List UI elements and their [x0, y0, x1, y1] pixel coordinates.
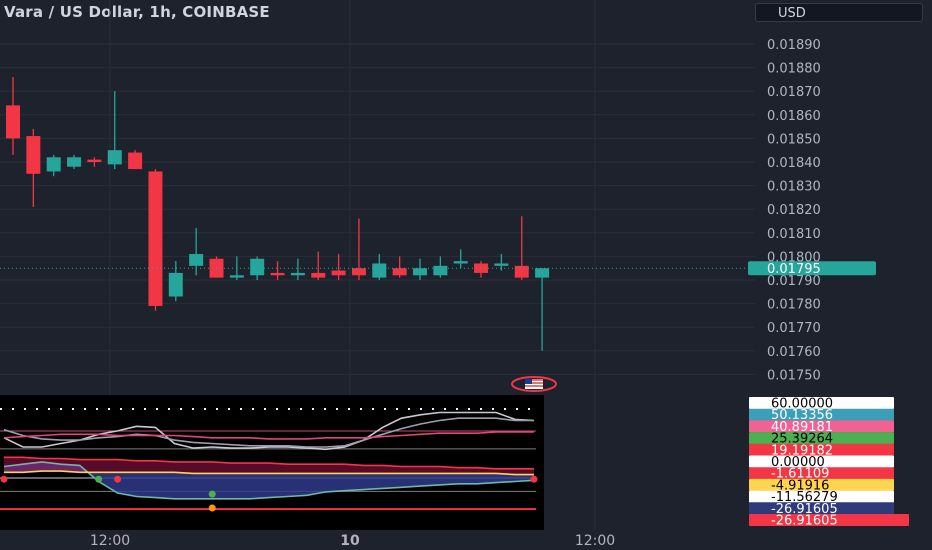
candle-body — [453, 261, 468, 264]
candle-body — [372, 263, 387, 278]
candle-body — [26, 136, 41, 174]
candle — [168, 261, 183, 302]
candle — [351, 218, 366, 280]
time-tick-label: 12:00 — [575, 533, 615, 549]
candle-body — [514, 265, 529, 278]
candle — [148, 169, 163, 311]
candle-body — [413, 268, 427, 276]
time-tick-label: 10 — [340, 533, 360, 549]
candle-body — [433, 265, 448, 276]
indicator-panel — [0, 395, 544, 530]
candle — [392, 256, 407, 278]
indicator-value-labels: 60.0000050.1335640.8918125.3926419.19182… — [749, 397, 909, 529]
candle-body — [229, 275, 244, 278]
candle-body — [250, 258, 265, 276]
price-tick-label: 0.01750 — [767, 368, 821, 383]
candle — [290, 258, 305, 280]
indicator-marker — [114, 475, 122, 483]
candle-body — [87, 159, 102, 162]
indicator-marker — [0, 475, 8, 483]
indicator-marker — [530, 475, 538, 483]
candle-body — [311, 272, 326, 278]
last-price-label: 0.01795 — [767, 262, 821, 277]
candle-body — [128, 152, 143, 170]
price-tick-label: 0.01820 — [767, 203, 821, 218]
candle-body — [290, 272, 305, 276]
candle-body — [148, 171, 163, 306]
candle-body — [494, 263, 509, 266]
candle — [535, 268, 550, 351]
indicator-value-label: -26.91605 — [771, 514, 838, 529]
candle — [128, 150, 143, 170]
price-tick-label: 0.01760 — [767, 345, 821, 360]
candle — [46, 154, 61, 177]
indicator-marker — [208, 504, 216, 512]
candle — [67, 154, 82, 170]
time-tick-label: 12:00 — [90, 533, 130, 549]
candle-body — [270, 272, 285, 276]
price-tick-label: 0.01890 — [767, 38, 821, 53]
indicator-marker — [208, 490, 216, 498]
price-tick-label: 0.01810 — [767, 227, 821, 242]
price-tick-label: 0.01870 — [767, 85, 821, 100]
candle — [453, 249, 468, 269]
candle-body — [107, 150, 122, 165]
flag-icon — [511, 376, 557, 392]
flag-canton — [525, 379, 532, 384]
price-tick-label: 0.01850 — [767, 132, 821, 147]
candle — [474, 261, 489, 278]
candle — [26, 128, 41, 207]
price-tick-label: 0.01840 — [767, 156, 821, 171]
candle-body — [67, 157, 82, 167]
candle — [6, 77, 20, 155]
indicator-marker — [95, 475, 103, 483]
candle-body — [189, 254, 204, 266]
candle-body — [168, 272, 183, 297]
candle — [433, 256, 448, 278]
candle — [270, 261, 285, 280]
candle-body — [351, 268, 366, 276]
time-axis: 12:00 10 12:00 — [90, 533, 615, 549]
candlestick-series — [6, 77, 550, 351]
candle-body — [331, 270, 346, 276]
price-axis: 0.01890 0.01880 0.01870 0.01860 0.01850 0.018… — [767, 38, 821, 383]
chart-canvas[interactable]: 0.01890 0.01880 0.01870 0.01860 0.01850 0.018… — [0, 0, 932, 550]
candle — [87, 157, 102, 167]
candle — [331, 254, 346, 280]
candle — [514, 216, 529, 280]
price-tick-label: 0.01780 — [767, 298, 821, 313]
price-tick-label: 0.01860 — [767, 109, 821, 124]
price-tick-label: 0.01770 — [767, 321, 821, 336]
candle — [372, 254, 387, 280]
candle-body — [535, 268, 550, 278]
candle — [209, 256, 224, 278]
candle — [413, 258, 427, 280]
price-tick-label: 0.01880 — [767, 62, 821, 77]
price-tick-label: 0.01830 — [767, 180, 821, 195]
candle-body — [392, 268, 407, 276]
candle-body — [6, 105, 20, 139]
candle-body — [46, 157, 61, 172]
